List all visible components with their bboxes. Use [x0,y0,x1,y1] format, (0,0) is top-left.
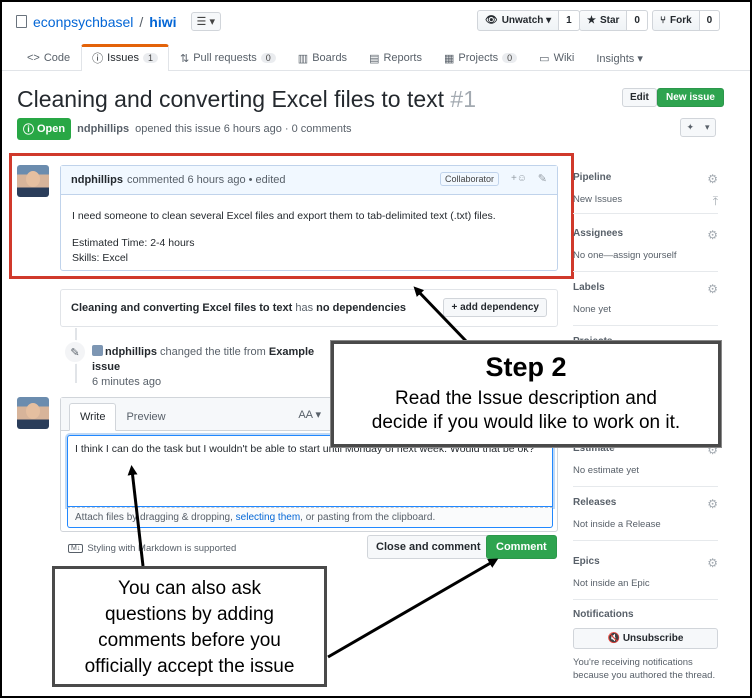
image-border [0,0,752,698]
